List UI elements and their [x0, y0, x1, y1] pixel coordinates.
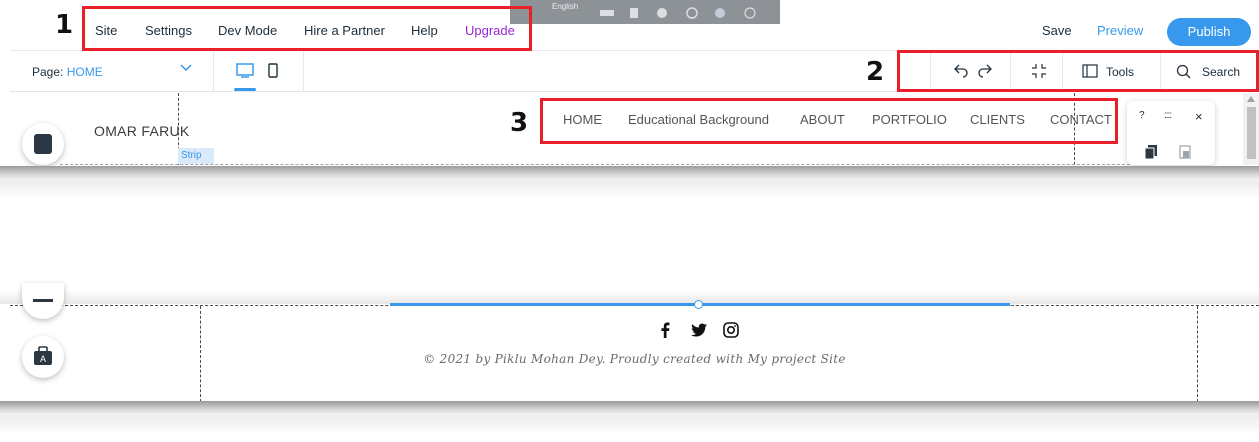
help-icon[interactable]: ? — [1139, 110, 1145, 121]
callout-box-1 — [82, 6, 532, 51]
desktop-icon[interactable] — [235, 63, 255, 79]
torn-edge-fade — [0, 290, 1259, 304]
torn-edge-shadow — [0, 401, 1259, 415]
callout-number-1: 1 — [55, 10, 74, 40]
scroll-up-icon[interactable] — [1247, 96, 1255, 102]
canvas-scrollbar[interactable] — [1243, 93, 1259, 165]
pages-icon — [34, 134, 52, 154]
callout-number-2: 2 — [866, 57, 885, 87]
desktop-active-indicator — [234, 88, 256, 91]
publish-button[interactable]: Publish — [1167, 18, 1251, 46]
divider — [303, 51, 304, 92]
callout-box-2 — [897, 50, 1259, 92]
strip-bottom-guide — [60, 164, 1160, 165]
svg-text:A: A — [40, 354, 46, 364]
system-overlay-strip: English — [510, 0, 780, 24]
divider — [213, 51, 214, 92]
save-button[interactable]: Save — [1042, 23, 1072, 38]
callout-box-3 — [540, 98, 1118, 144]
torn-edge-shadow — [0, 166, 1259, 180]
callout-number-3: 3 — [510, 108, 529, 138]
page-selector-label: Page: — [32, 65, 64, 79]
overlay-icons — [600, 7, 756, 19]
overlay-language: English — [552, 2, 579, 11]
floating-mini-panel: ? :::: × — [1127, 101, 1215, 165]
drag-handle-icon[interactable]: :::: — [1164, 110, 1172, 121]
chevron-down-icon[interactable] — [180, 64, 192, 72]
menu-icon — [33, 299, 53, 302]
page-selector-value: HOME — [66, 65, 103, 79]
grid-guide-left — [200, 306, 201, 402]
scroll-thumb[interactable] — [1247, 107, 1256, 159]
my-business-button[interactable]: A — [22, 336, 64, 378]
torn-edge-fade — [0, 180, 1259, 200]
mobile-icon[interactable] — [267, 63, 279, 79]
resize-handle[interactable] — [694, 300, 703, 309]
facebook-icon[interactable] — [660, 322, 670, 338]
copy-icon[interactable] — [1145, 145, 1157, 159]
preview-button[interactable]: Preview — [1097, 23, 1143, 38]
grid-guide-right — [1197, 306, 1198, 402]
briefcase-icon: A — [34, 346, 52, 365]
torn-edge-fade — [0, 415, 1259, 435]
site-name[interactable]: OMAR FARUK — [94, 123, 190, 139]
page-selector[interactable]: Page: HOME — [32, 65, 103, 79]
pages-panel-button[interactable] — [22, 123, 64, 165]
close-icon[interactable]: × — [1195, 109, 1203, 124]
paste-icon[interactable] — [1179, 145, 1191, 159]
instagram-icon[interactable] — [723, 322, 739, 338]
footer-copyright: © 2021 by Piklu Mohan Dey. Proudly creat… — [423, 352, 846, 366]
twitter-icon[interactable] — [690, 322, 708, 338]
site-footer: © 2021 by Piklu Mohan Dey. Proudly creat… — [10, 304, 1259, 402]
strip-tag[interactable]: Strip — [178, 148, 214, 164]
